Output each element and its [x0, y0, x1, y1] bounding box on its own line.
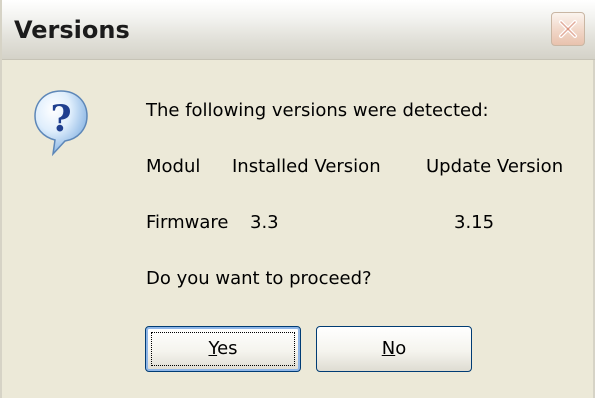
dialog-title: Versions	[14, 16, 130, 44]
installed-version: 3.3	[250, 212, 279, 233]
svg-text:?: ?	[50, 98, 71, 140]
no-button[interactable]: No	[316, 326, 472, 372]
yes-button[interactable]: Yes	[145, 326, 301, 372]
module-name: Firmware	[146, 212, 229, 233]
column-header-modul: Modul	[146, 156, 201, 177]
question-icon: ?	[34, 90, 88, 157]
no-button-label: No	[381, 338, 407, 359]
proceed-question: Do you want to proceed?	[146, 268, 372, 289]
title-bar[interactable]: Versions	[2, 0, 595, 60]
versions-dialog: Versions ? The following versions were d…	[0, 0, 595, 398]
close-button[interactable]	[551, 12, 585, 46]
column-header-update: Update Version	[426, 156, 564, 177]
column-header-installed: Installed Version	[232, 156, 381, 177]
yes-button-label: Yes	[208, 338, 238, 359]
update-version: 3.15	[454, 212, 495, 233]
close-icon	[559, 20, 577, 38]
intro-text: The following versions were detected:	[146, 100, 489, 121]
